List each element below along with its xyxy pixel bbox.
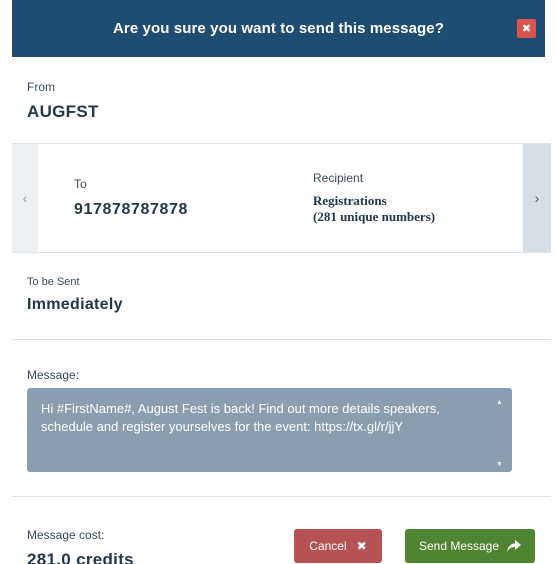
message-textarea[interactable]: Hi #FirstName#, August Fest is back! Fin… — [27, 388, 512, 472]
from-label: From — [27, 80, 55, 94]
dialog-header: Are you sure you want to send this messa… — [12, 0, 545, 57]
recipient-count: (281 unique numbers) — [313, 209, 436, 224]
share-arrow-icon — [507, 540, 522, 552]
dialog-title: Are you sure you want to send this messa… — [112, 20, 445, 37]
send-button-label: Send Message — [418, 539, 500, 553]
carousel-next-button[interactable]: › — [523, 144, 551, 252]
recipient-label: Recipient — [313, 171, 364, 185]
to-value: 917878787878 — [74, 201, 188, 218]
divider — [12, 339, 551, 340]
cost-value: 281.0 credits — [27, 550, 134, 564]
close-icon: ✖ — [521, 23, 532, 35]
send-message-button[interactable]: Send Message — [405, 529, 535, 563]
recipient-section: Recipient Registrations (281 unique numb… — [313, 171, 435, 225]
message-label: Message: — [27, 368, 80, 382]
cost-label: Message cost: — [27, 528, 105, 542]
carousel-prev-button[interactable]: ‹ — [12, 144, 38, 252]
cancel-button[interactable]: Cancel ✖ — [294, 529, 382, 563]
schedule-label: To be Sent — [27, 276, 80, 288]
close-button[interactable]: ✖ — [517, 19, 536, 38]
scroll-up-icon[interactable]: ▲ — [496, 394, 504, 406]
recipient-carousel: ‹ To 917878787878 Recipient Registration… — [12, 143, 551, 253]
confirm-send-dialog: Are you sure you want to send this messa… — [0, 0, 556, 564]
from-section: From AUGFST — [27, 80, 99, 122]
recipient-name: Registrations — [313, 193, 387, 208]
from-value: AUGFST — [27, 102, 99, 121]
chevron-left-icon: ‹ — [22, 190, 28, 206]
close-icon: ✖ — [356, 539, 367, 553]
chevron-right-icon: › — [534, 190, 540, 206]
schedule-value: Immediately — [27, 296, 123, 313]
to-label: To — [74, 177, 87, 191]
cancel-button-label: Cancel — [309, 539, 347, 553]
to-section: To 917878787878 — [74, 177, 188, 219]
divider — [12, 496, 551, 497]
schedule-section: To be Sent Immediately — [27, 276, 123, 314]
message-text: Hi #FirstName#, August Fest is back! Fin… — [41, 401, 440, 434]
scroll-down-icon[interactable]: ▼ — [496, 456, 504, 468]
